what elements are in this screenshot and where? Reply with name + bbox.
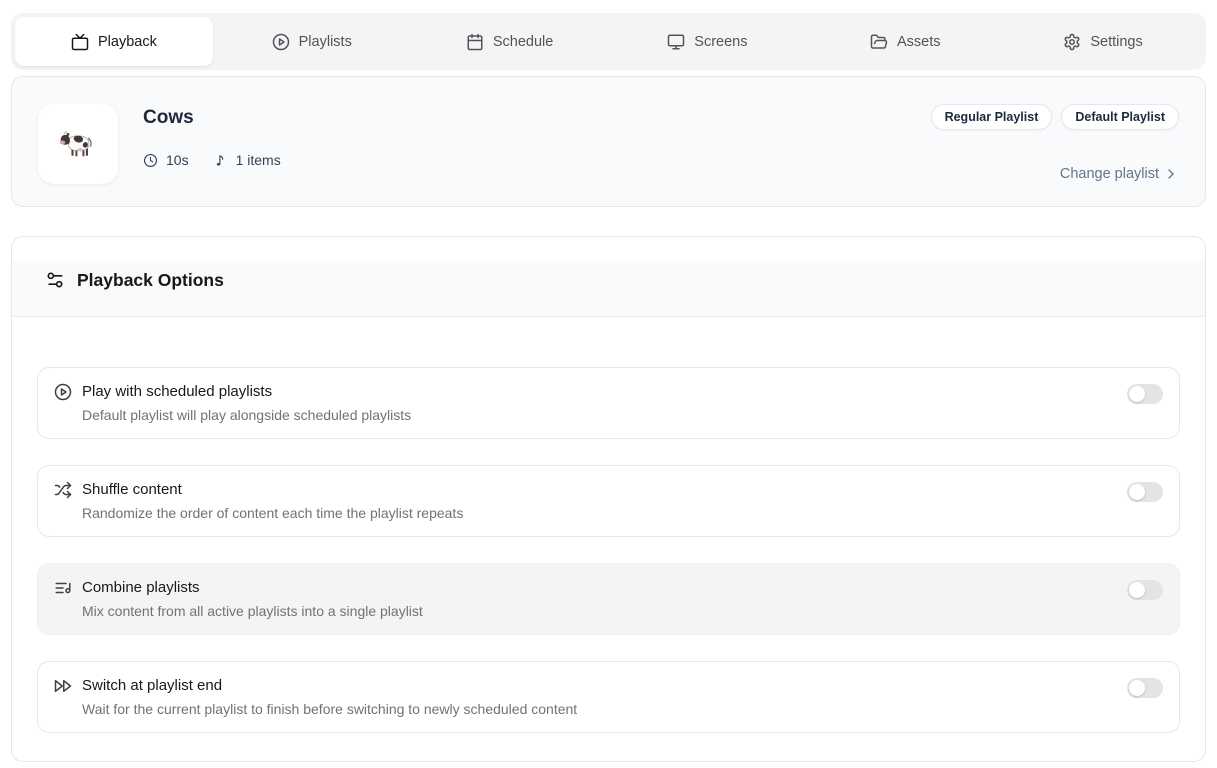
tab-settings-label: Settings: [1090, 34, 1142, 50]
option-row-combine-playlists: Combine playlists Mix content from all a…: [37, 563, 1180, 635]
playlist-meta: 10s 1 items: [143, 152, 281, 168]
tab-playlists-label: Playlists: [299, 34, 352, 50]
option-row-play-with-scheduled: Play with scheduled playlists Default pl…: [37, 367, 1180, 439]
toggle-knob: [1129, 582, 1145, 598]
option-title: Shuffle content: [82, 480, 463, 500]
shuffle-icon: [54, 481, 72, 499]
playback-options-title: Playback Options: [77, 268, 224, 292]
option-title: Switch at playlist end: [82, 676, 577, 696]
tab-playback[interactable]: Playback: [15, 17, 213, 66]
tv-icon: [71, 33, 89, 51]
change-playlist-link[interactable]: Change playlist: [1060, 166, 1179, 182]
playlist-title: Cows: [143, 107, 281, 129]
play-with-scheduled-toggle[interactable]: [1127, 384, 1163, 404]
playback-options-card: Playback Options Play with scheduled pla…: [11, 236, 1206, 762]
duration-meta: 10s: [143, 152, 189, 168]
badges-row: Regular Playlist Default Playlist: [931, 104, 1179, 130]
tab-assets[interactable]: Assets: [806, 17, 1004, 66]
change-playlist-label: Change playlist: [1060, 166, 1159, 182]
switch-at-end-toggle[interactable]: [1127, 678, 1163, 698]
item-count-value: 1 items: [236, 152, 281, 168]
tab-settings[interactable]: Settings: [1004, 17, 1202, 66]
option-title: Play with scheduled playlists: [82, 382, 411, 402]
option-description: Default playlist will play alongside sch…: [82, 405, 411, 425]
option-description: Mix content from all active playlists in…: [82, 601, 423, 621]
music-note-icon: [213, 153, 228, 168]
tab-playback-label: Playback: [98, 34, 157, 50]
shuffle-content-toggle[interactable]: [1127, 482, 1163, 502]
play-circle-icon: [54, 383, 72, 401]
chevron-right-icon: [1163, 166, 1179, 182]
calendar-icon: [466, 33, 484, 51]
tab-screens-label: Screens: [694, 34, 747, 50]
option-row-shuffle-content: Shuffle content Randomize the order of c…: [37, 465, 1180, 537]
current-playlist-card: Cows 10s 1 items Regular Playlist Defaul…: [11, 76, 1206, 207]
playlist-card-right: Regular Playlist Default Playlist Change…: [931, 104, 1179, 182]
playback-options-body: Play with scheduled playlists Default pl…: [12, 317, 1205, 733]
default-playlist-badge: Default Playlist: [1061, 104, 1179, 130]
toggle-knob: [1129, 680, 1145, 696]
tab-assets-label: Assets: [897, 34, 941, 50]
cow-image: [57, 126, 99, 163]
list-music-icon: [54, 579, 72, 597]
option-description: Wait for the current playlist to finish …: [82, 699, 577, 719]
clock-icon: [143, 153, 158, 168]
tab-schedule[interactable]: Schedule: [411, 17, 609, 66]
option-text: Play with scheduled playlists Default pl…: [82, 382, 411, 425]
playlist-thumbnail: [38, 104, 118, 184]
option-text: Combine playlists Mix content from all a…: [82, 578, 423, 621]
tab-screens[interactable]: Screens: [608, 17, 806, 66]
card-top-spacer: [12, 237, 1205, 261]
playback-options-header: Playback Options: [12, 261, 1205, 317]
regular-playlist-badge: Regular Playlist: [931, 104, 1053, 130]
fast-forward-icon: [54, 677, 72, 695]
toggle-knob: [1129, 386, 1145, 402]
playlist-info: Cows 10s 1 items: [143, 104, 281, 182]
item-count-meta: 1 items: [213, 152, 281, 168]
combine-playlists-toggle[interactable]: [1127, 580, 1163, 600]
option-title: Combine playlists: [82, 578, 423, 598]
option-row-switch-at-end: Switch at playlist end Wait for the curr…: [37, 661, 1180, 733]
duration-value: 10s: [166, 152, 189, 168]
top-nav: Playback Playlists Schedule Screens Asse…: [11, 13, 1206, 70]
monitor-icon: [667, 33, 685, 51]
gear-icon: [1063, 33, 1081, 51]
sliders-icon: [45, 270, 65, 290]
tab-playlists[interactable]: Playlists: [213, 17, 411, 66]
play-circle-icon: [272, 33, 290, 51]
tab-schedule-label: Schedule: [493, 34, 553, 50]
option-text: Shuffle content Randomize the order of c…: [82, 480, 463, 523]
option-description: Randomize the order of content each time…: [82, 503, 463, 523]
folder-open-icon: [870, 33, 888, 51]
toggle-knob: [1129, 484, 1145, 500]
option-text: Switch at playlist end Wait for the curr…: [82, 676, 577, 719]
